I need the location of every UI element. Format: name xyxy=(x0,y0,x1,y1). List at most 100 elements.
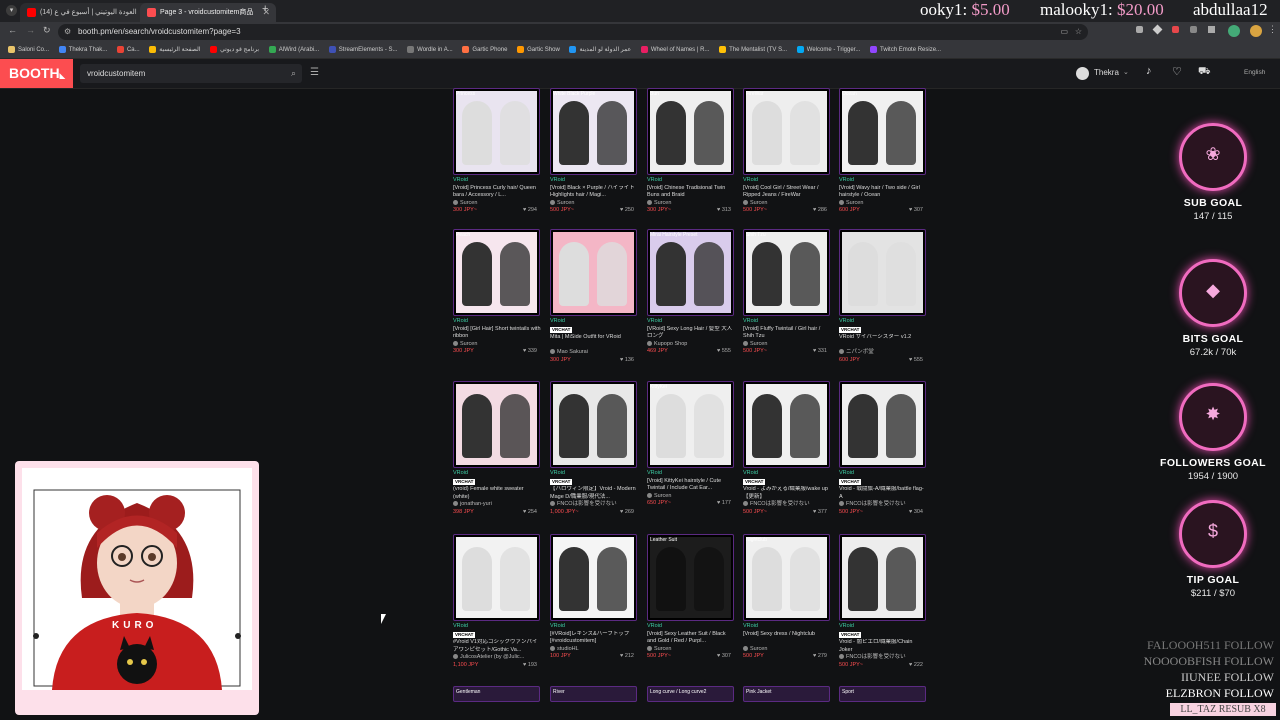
product-thumbnail[interactable] xyxy=(453,381,540,468)
product-card[interactable]: Princess VRoid [Vroid] Princess Curly hair… xyxy=(453,88,541,215)
url-input[interactable]: ⚙ booth.pm/en/search/vroidcustomitem?pag… xyxy=(58,24,1088,40)
category-label[interactable]: VRoid xyxy=(839,623,927,631)
product-card[interactable]: VRoid [#VRoid]レギンス&ハーフトップ [#vroidcustomit… xyxy=(550,534,638,661)
category-label[interactable]: VRoid xyxy=(453,318,541,326)
product-thumbnail[interactable]: Ocean xyxy=(839,88,926,175)
product-card[interactable]: VRoid VRCHAT Vroid - よみがえる/職業服/wake up【更新】… xyxy=(743,381,831,517)
category-label[interactable]: VRoid xyxy=(453,177,541,185)
product-card[interactable]: Long curve / Long curve2 xyxy=(647,686,735,702)
category-label[interactable]: VRoid xyxy=(453,623,541,631)
like-count[interactable]: ♥ 304 xyxy=(909,509,923,517)
product-thumbnail[interactable]: Bun xyxy=(647,88,734,175)
profile-avatar-icon[interactable] xyxy=(1228,25,1240,37)
reload-icon[interactable]: ↻ xyxy=(43,25,51,36)
product-title[interactable]: [Vroid] Sexy dress / Nightclub xyxy=(743,631,831,646)
bookmark-item[interactable]: Gartic Show xyxy=(517,42,560,58)
product-card[interactable]: VRoid VRCHAT (vroid) Female white sweater … xyxy=(453,381,541,517)
category-label[interactable]: VRoid xyxy=(743,177,831,185)
like-count[interactable]: ♥ 313 xyxy=(717,207,731,215)
extension-icon[interactable] xyxy=(1190,26,1197,33)
bookmark-item[interactable]: الصفحة الرئيسية xyxy=(149,42,200,58)
product-card[interactable]: KittyKei VRoid [Vroid] KittyKei hairstyle … xyxy=(647,381,735,508)
like-count[interactable]: ♥ 307 xyxy=(909,207,923,215)
back-icon[interactable]: ← xyxy=(8,25,17,35)
like-count[interactable]: ♥ 222 xyxy=(909,662,923,670)
like-count[interactable]: ♥ 250 xyxy=(620,207,634,215)
like-count[interactable]: ♥ 377 xyxy=(813,509,827,517)
bookmark-item[interactable]: AlWird (Arabi... xyxy=(268,42,319,58)
product-title[interactable]: [Vroid] Chinese Tradisional Twin Buns an… xyxy=(647,185,735,200)
product-thumbnail[interactable]: Peach xyxy=(453,229,540,316)
category-label[interactable]: VRoid xyxy=(647,177,735,185)
shop-name[interactable]: Kupopo Shop xyxy=(647,341,735,349)
shop-name[interactable]: Surcen xyxy=(453,341,541,349)
product-card[interactable]: VRoid VRCHAT Mita | MiSide Outfit for VRoi… xyxy=(550,229,638,365)
product-title[interactable]: [Vroid] Princess Curly hair/ Queen bara … xyxy=(453,185,541,200)
product-card[interactable]: Nightclub VRoid [Vroid] Sexy dress / Night… xyxy=(743,534,831,661)
shop-name[interactable]: Surcen xyxy=(743,200,831,208)
product-thumbnail[interactable]: FireWar xyxy=(743,88,830,175)
shop-name[interactable]: studioHL xyxy=(550,646,638,654)
product-title[interactable]: (vroid) Female white sweater (white) xyxy=(453,486,541,501)
bookmark-star-icon[interactable]: ☆ xyxy=(1075,24,1082,40)
bookmark-item[interactable]: عمر الدولة لو المدينة xyxy=(569,42,631,58)
category-label[interactable]: VRoid xyxy=(453,470,541,478)
bookmark-item[interactable]: برنامج قو ديوتي xyxy=(210,42,259,58)
product-title[interactable]: [Vroid] Fluffy Twintail / Girl hair / Sh… xyxy=(743,326,831,341)
category-label[interactable]: VRoid xyxy=(743,623,831,631)
like-count[interactable]: ♥ 177 xyxy=(717,500,731,508)
shop-name[interactable]: Surcen xyxy=(550,200,638,208)
cast-icon[interactable]: ▭ xyxy=(1060,24,1068,40)
product-title[interactable]: [#VRoid]レギンス&ハーフトップ [#vroidcustomitem] xyxy=(550,631,638,646)
bookmark-item[interactable]: Wheel of Names | R... xyxy=(640,42,709,58)
shop-name[interactable]: Surcen xyxy=(647,493,735,501)
language-selector[interactable]: English xyxy=(1244,69,1265,76)
search-input[interactable]: vroidcustomitem ⌕ xyxy=(80,64,302,83)
category-label[interactable]: VRoid xyxy=(647,470,735,478)
like-count[interactable]: ♥ 286 xyxy=(813,207,827,215)
shop-name[interactable]: Surcen xyxy=(453,200,541,208)
product-card[interactable]: River xyxy=(550,686,638,702)
product-thumbnail[interactable] xyxy=(550,229,637,316)
product-card[interactable]: VRoid VRCHAT #Vroid V1対応ゴシックヴァンパイアワンピセット/G… xyxy=(453,534,541,670)
category-label[interactable]: VRoid xyxy=(839,177,927,185)
product-thumbnail[interactable]: Nightclub xyxy=(743,534,830,621)
like-count[interactable]: ♥ 193 xyxy=(523,662,537,670)
product-card[interactable]: Mirai Hairstyle Preset VRoid [VRoid] Sexy … xyxy=(647,229,735,356)
like-count[interactable]: ♥ 212 xyxy=(620,653,634,661)
shop-name[interactable]: Surcen xyxy=(647,200,735,208)
product-thumbnail[interactable] xyxy=(839,381,926,468)
product-title[interactable]: Vroid - 闇ピエロ/職業服/Chain Joker xyxy=(839,639,927,654)
category-label[interactable]: VRoid xyxy=(647,318,735,326)
product-card[interactable]: FireWar VRoid [Vroid] Cool Girl / Street W… xyxy=(743,88,831,215)
product-title[interactable]: Vroid - 戦闘旗-A/職業服/battle flag-A xyxy=(839,486,927,501)
like-count[interactable]: ♥ 339 xyxy=(523,348,537,356)
site-info-icon[interactable]: ⚙ xyxy=(64,24,71,40)
product-card[interactable]: Sport xyxy=(839,686,927,702)
shop-name[interactable]: Mao Sakurai xyxy=(550,349,638,357)
extension-icon[interactable] xyxy=(1152,24,1163,35)
bookmark-item[interactable]: Gartic Phone xyxy=(462,42,507,58)
like-count[interactable]: ♥ 294 xyxy=(523,207,537,215)
product-title[interactable]: [Vroid] Sexy Leather Suit / Black and Go… xyxy=(647,631,735,646)
user-name[interactable]: Thekra xyxy=(1094,68,1119,77)
cart-icon[interactable]: ⛟ xyxy=(1198,66,1211,79)
shop-name[interactable]: Surcen xyxy=(743,341,831,349)
tab-search-icon[interactable]: ▾ xyxy=(6,5,17,16)
product-thumbnail[interactable]: Shih Tzu xyxy=(743,229,830,316)
like-count[interactable]: ♥ 331 xyxy=(813,348,827,356)
product-thumbnail[interactable]: Gentleman xyxy=(453,686,540,702)
product-thumbnail[interactable]: Pink Jacket xyxy=(743,686,830,702)
product-card[interactable]: Bun VRoid [Vroid] Chinese Tradisional Twin… xyxy=(647,88,735,215)
extension-icon[interactable] xyxy=(1136,26,1143,33)
category-label[interactable]: VRoid xyxy=(550,470,638,478)
category-label[interactable]: VRoid xyxy=(743,318,831,326)
product-thumbnail[interactable]: Sport xyxy=(839,686,926,702)
shop-name[interactable]: ニパンボ堂 xyxy=(839,349,927,357)
product-card[interactable]: Shih Tzu VRoid [Vroid] Fluffy Twintail / G… xyxy=(743,229,831,356)
product-title[interactable]: VRoid サイバーシスター v1.2 xyxy=(839,334,927,349)
product-thumbnail[interactable]: KittyKei xyxy=(647,381,734,468)
product-thumbnail[interactable]: Long curve / Long curve2 xyxy=(647,686,734,702)
product-card[interactable]: VRoid VRCHAT 【ハロウィン限定】Vroid - Modern Mage … xyxy=(550,381,638,517)
product-title[interactable]: Mita | MiSide Outfit for VRoid xyxy=(550,334,638,349)
